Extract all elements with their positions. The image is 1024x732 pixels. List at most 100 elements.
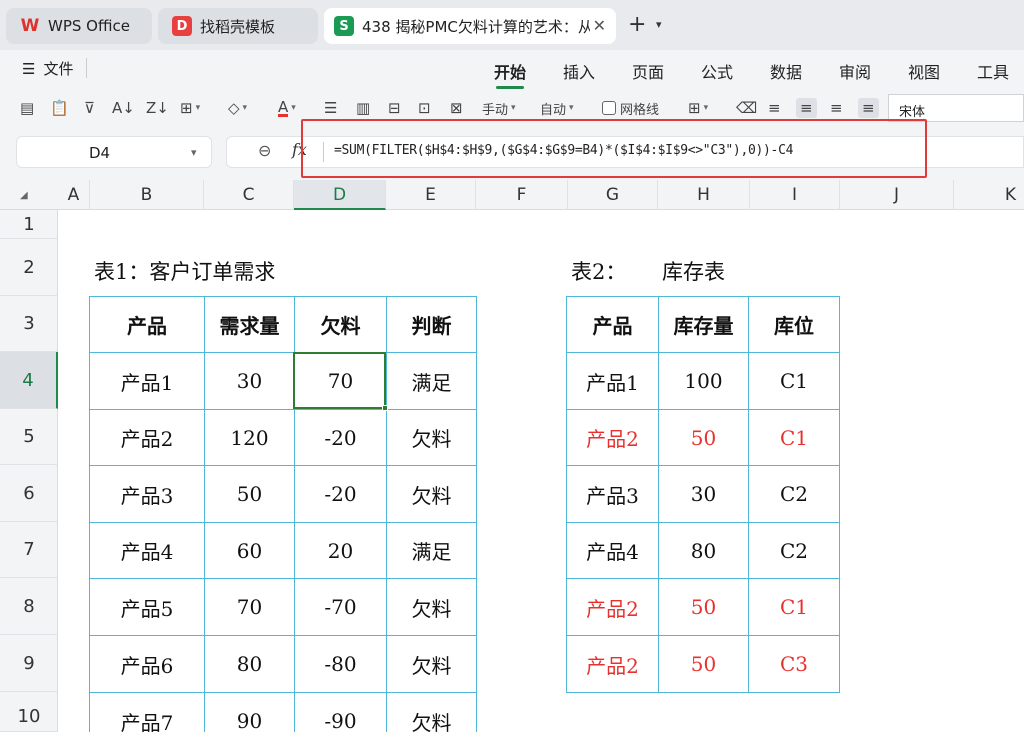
tab-template[interactable]: D 找稻壳模板	[158, 8, 318, 44]
row-header[interactable]: 5	[0, 409, 58, 465]
select-all-icon[interactable]: ◢	[20, 190, 28, 201]
table-cell[interactable]: 120	[204, 409, 295, 466]
table-cell[interactable]: 50	[658, 635, 749, 693]
table-cell[interactable]: 50	[204, 465, 295, 523]
header-cell[interactable]: 库位	[748, 296, 840, 353]
table-cell[interactable]: -70	[294, 578, 387, 636]
table-cell[interactable]: 欠料	[386, 692, 477, 732]
table-cell[interactable]: 90	[204, 692, 295, 732]
header-cell[interactable]: 判断	[386, 296, 477, 353]
border-icon[interactable]: ⊞ ▾	[180, 98, 200, 118]
table-cell[interactable]: -90	[294, 692, 387, 732]
table-cell[interactable]: 满足	[386, 522, 477, 579]
header-cell[interactable]: 欠料	[294, 296, 387, 353]
align-justify-icon[interactable]: ≡	[858, 98, 879, 118]
row-header[interactable]: 6	[0, 465, 58, 522]
table-cell[interactable]: 产品4	[89, 522, 205, 579]
font-color-icon[interactable]: A ▾	[278, 98, 296, 118]
table-cell[interactable]: 产品1	[89, 352, 205, 410]
freeze-icon[interactable]: ▥	[356, 98, 370, 118]
menu-review[interactable]: 审阅	[839, 59, 871, 83]
fill-handle[interactable]	[382, 405, 388, 411]
manual-calc-button[interactable]: 手动 ▾	[482, 98, 516, 118]
table-cell[interactable]: 80	[204, 635, 295, 693]
table-cell[interactable]: 70	[294, 352, 387, 410]
header-cell[interactable]: 产品	[89, 296, 205, 353]
table-cell[interactable]: C1	[748, 578, 840, 636]
align-right-icon[interactable]: ≡	[830, 98, 843, 118]
row-header-selected[interactable]: 4	[0, 352, 58, 409]
table-cell[interactable]: 50	[658, 409, 749, 466]
table-cell[interactable]: 产品2	[89, 409, 205, 466]
column-header[interactable]: B	[90, 180, 204, 210]
table-cell[interactable]: 80	[658, 522, 749, 579]
row-header[interactable]: 3	[0, 296, 58, 352]
wrap-text-icon[interactable]: ☰	[324, 98, 337, 118]
table-cell[interactable]: C3	[748, 635, 840, 693]
fill-color-icon[interactable]: ◇ ▾	[228, 98, 247, 118]
table-cell[interactable]: 30	[204, 352, 295, 410]
table-cell[interactable]: -20	[294, 409, 387, 466]
table-cell[interactable]: 欠料	[386, 465, 477, 523]
menu-tools[interactable]: 工具	[977, 59, 1009, 83]
menu-home[interactable]: 开始	[494, 59, 526, 83]
table-cell[interactable]: 产品4	[566, 522, 659, 579]
tab-document[interactable]: S 438 揭秘PMC欠料计算的艺术：从 ✕	[324, 8, 616, 44]
table-cell[interactable]: C1	[748, 409, 840, 466]
menu-page[interactable]: 页面	[632, 59, 664, 83]
row-header[interactable]: 9	[0, 635, 58, 692]
plus-icon[interactable]: +	[628, 12, 646, 37]
table-cell[interactable]: 欠料	[386, 578, 477, 636]
align-left-icon[interactable]: ≡	[768, 98, 781, 118]
insert-row-icon[interactable]: ⊟	[388, 98, 401, 118]
table-cell[interactable]: -20	[294, 465, 387, 523]
align-center-icon[interactable]: ≡	[796, 98, 817, 118]
table-cell[interactable]: 产品3	[89, 465, 205, 523]
table-cell[interactable]: 产品2	[566, 635, 659, 693]
tab-wps-office[interactable]: W WPS Office	[6, 8, 152, 44]
table-cell[interactable]: 欠料	[386, 409, 477, 466]
menu-formula[interactable]: 公式	[701, 59, 733, 83]
table-cell[interactable]: 70	[204, 578, 295, 636]
table-cell[interactable]: 产品7	[89, 692, 205, 732]
insert-col-icon[interactable]: ⊡	[418, 98, 431, 118]
sort-descending-icon[interactable]: Z↓	[146, 98, 169, 118]
table-cell[interactable]: 欠料	[386, 635, 477, 693]
table-cell[interactable]: -80	[294, 635, 387, 693]
table-cell[interactable]: 产品3	[566, 465, 659, 523]
column-header[interactable]: G	[568, 180, 658, 210]
menu-view[interactable]: 视图	[908, 59, 940, 83]
table-cell[interactable]: C2	[748, 522, 840, 579]
header-cell[interactable]: 产品	[566, 296, 659, 353]
column-header[interactable]: I	[750, 180, 840, 210]
file-menu[interactable]: ☰ 文件	[22, 58, 87, 79]
menu-data[interactable]: 数据	[770, 59, 802, 83]
table-cell[interactable]: 100	[658, 352, 749, 410]
chevron-down-icon[interactable]: ▾	[656, 18, 662, 31]
table-cell[interactable]: 产品6	[89, 635, 205, 693]
close-icon[interactable]: ✕	[593, 16, 606, 35]
row-header[interactable]: 8	[0, 578, 58, 635]
column-header[interactable]: F	[476, 180, 568, 210]
paste-icon[interactable]: 📋	[50, 98, 69, 118]
header-cell[interactable]: 需求量	[204, 296, 295, 353]
column-header-selected[interactable]: D	[294, 180, 386, 210]
table-cell[interactable]: 产品1	[566, 352, 659, 410]
clear-format-icon[interactable]: ⌫	[736, 98, 757, 118]
name-box[interactable]: D4 ▾	[16, 136, 212, 168]
table-cell[interactable]: 产品2	[566, 409, 659, 466]
table-style-icon[interactable]: ⊞ ▾	[688, 98, 708, 118]
column-header[interactable]: K	[954, 180, 1024, 210]
gridlines-checkbox[interactable]: 网格线	[602, 98, 659, 118]
table-cell[interactable]: C1	[748, 352, 840, 410]
filter-icon[interactable]: ⊽	[84, 98, 95, 118]
table-cell[interactable]: 满足	[386, 352, 477, 410]
table-cell[interactable]: 20	[294, 522, 387, 579]
table-cell[interactable]: 60	[204, 522, 295, 579]
font-family-select[interactable]: 宋体	[888, 94, 1024, 122]
column-header[interactable]: J	[840, 180, 954, 210]
table-cell[interactable]: C2	[748, 465, 840, 523]
table-cell[interactable]: 产品5	[89, 578, 205, 636]
menu-insert[interactable]: 插入	[563, 59, 595, 83]
sort-ascending-icon[interactable]: A↓	[112, 98, 135, 118]
